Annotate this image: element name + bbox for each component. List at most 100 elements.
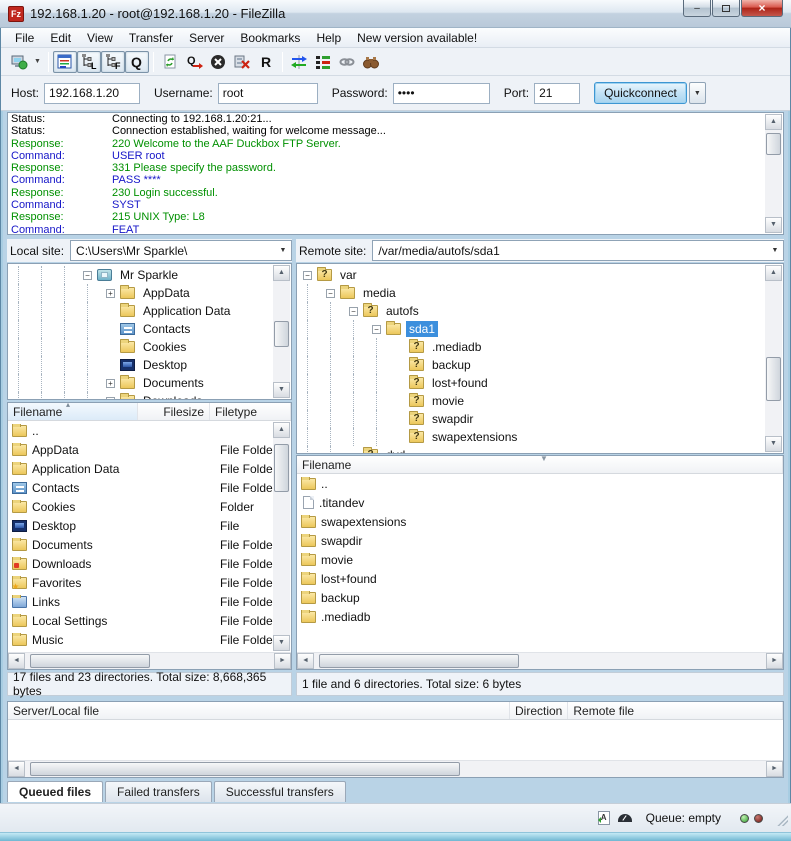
remote-path-combo[interactable]: /var/media/autofs/sda1 ▼ [372, 240, 784, 261]
close-button[interactable]: × [741, 0, 783, 17]
local-file-row-cookies[interactable]: CookiesFolder [8, 497, 291, 516]
remote-file-row-swapextensions[interactable]: swapextensions [297, 512, 783, 531]
local-tree-node-desktop[interactable]: Desktop [8, 356, 273, 374]
tab-successful-transfers[interactable]: Successful transfers [214, 781, 346, 802]
local-treeview-toggle-icon[interactable]: L [77, 51, 101, 73]
synchronized-browsing-icon[interactable] [335, 51, 359, 73]
disconnect-icon[interactable] [230, 51, 254, 73]
tab-failed-transfers[interactable]: Failed transfers [105, 781, 212, 802]
queue-view-toggle-icon[interactable]: Q [125, 51, 149, 73]
scroll-thumb[interactable] [274, 321, 289, 347]
tree-expander-icon[interactable]: − [349, 307, 358, 316]
menu-item-file[interactable]: File [7, 29, 42, 47]
find-files-icon[interactable] [359, 51, 383, 73]
tree-expander-icon[interactable]: − [83, 271, 92, 280]
username-input[interactable] [218, 83, 318, 104]
log-scrollbar[interactable]: ▲ ▼ [765, 114, 782, 233]
remote-tree-node-sda1[interactable]: −sda1 [297, 320, 765, 338]
local-list-scrollbar[interactable]: ▲ ▼ [273, 422, 290, 651]
queue-hscrollbar[interactable]: ◄ ► [8, 760, 783, 777]
local-file-row-desktop[interactable]: DesktopFile [8, 516, 291, 535]
maximize-button[interactable] [712, 0, 740, 17]
splitter-collapse-icon[interactable]: ▼ [540, 455, 548, 463]
scroll-thumb[interactable] [766, 357, 781, 401]
remote-list-hscrollbar[interactable]: ◄ ► [297, 652, 783, 669]
scroll-down-icon[interactable]: ▼ [273, 382, 290, 398]
scroll-thumb[interactable] [319, 654, 519, 668]
site-manager-dropdown-icon[interactable]: ▼ [31, 51, 44, 73]
remote-treeview-toggle-icon[interactable]: F [101, 51, 125, 73]
reconnect-icon[interactable]: R [254, 51, 278, 73]
menu-item-bookmarks[interactable]: Bookmarks [232, 29, 308, 47]
remote-file-row-[interactable]: .. [297, 474, 783, 493]
remote-file-row-titandev[interactable]: .titandev [297, 493, 783, 512]
tree-expander-icon[interactable]: − [303, 271, 312, 280]
remote-tree-node-dvd[interactable]: dvd [297, 446, 765, 453]
title-bar[interactable]: Fz 192.168.1.20 - root@192.168.1.20 - Fi… [0, 0, 791, 28]
local-tree-scrollbar[interactable]: ▲ ▼ [273, 265, 290, 398]
local-tree-node-downloads[interactable]: +Downloads [8, 392, 273, 399]
quickconnect-button[interactable]: Quickconnect [594, 82, 687, 104]
local-path-combo[interactable]: C:\Users\Mr Sparkle\ ▼ [70, 240, 292, 261]
scroll-left-icon[interactable]: ◄ [8, 761, 25, 777]
column-header-filename[interactable]: Filename [8, 403, 138, 420]
local-tree-node-application-data[interactable]: Application Data [8, 302, 273, 320]
column-header-filetype[interactable]: Filetype [210, 403, 291, 420]
remote-tree-node-autofs[interactable]: −autofs [297, 302, 765, 320]
minimize-button[interactable]: – [683, 0, 711, 17]
scroll-down-icon[interactable]: ▼ [765, 436, 782, 452]
local-tree-node-appdata[interactable]: +AppData [8, 284, 273, 302]
local-tree-node-contacts[interactable]: Contacts [8, 320, 273, 338]
local-file-row-[interactable]: .. [8, 421, 291, 440]
column-header-server-local-file[interactable]: Server/Local file [8, 702, 510, 719]
remote-tree-node-var[interactable]: −var [297, 266, 765, 284]
scroll-right-icon[interactable]: ► [766, 761, 783, 777]
chevron-down-icon[interactable]: ▼ [767, 247, 783, 254]
password-input[interactable] [393, 83, 490, 104]
scroll-thumb[interactable] [766, 133, 781, 155]
scroll-thumb[interactable] [274, 444, 289, 492]
port-input[interactable] [534, 83, 580, 104]
directory-comparison-icon[interactable] [311, 51, 335, 73]
local-tree-node-mr-sparkle[interactable]: −Mr Sparkle [8, 266, 273, 284]
host-input[interactable] [44, 83, 140, 104]
scroll-up-icon[interactable]: ▲ [273, 265, 290, 281]
remote-file-row-mediadb[interactable]: .mediadb [297, 607, 783, 626]
menu-item-transfer[interactable]: Transfer [121, 29, 181, 47]
scroll-thumb[interactable] [30, 762, 460, 776]
tree-expander-icon[interactable]: + [106, 379, 115, 388]
scroll-down-icon[interactable]: ▼ [765, 217, 782, 233]
tree-expander-icon[interactable]: − [326, 289, 335, 298]
chevron-down-icon[interactable]: ▼ [275, 247, 291, 254]
local-file-row-local-settings[interactable]: Local SettingsFile Folder [8, 611, 291, 630]
quickconnect-dropdown[interactable]: ▼ [689, 82, 706, 104]
scroll-up-icon[interactable]: ▲ [765, 265, 782, 281]
remote-tree-node-swapextensions[interactable]: swapextensions [297, 428, 765, 446]
site-manager-icon[interactable] [7, 51, 31, 73]
remote-tree-node-media[interactable]: −media [297, 284, 765, 302]
scroll-up-icon[interactable]: ▲ [273, 422, 290, 438]
scroll-right-icon[interactable]: ► [766, 653, 783, 669]
scroll-up-icon[interactable]: ▲ [765, 114, 782, 130]
remote-tree-node-mediadb[interactable]: .mediadb [297, 338, 765, 356]
menu-item-new-version-available[interactable]: New version available! [349, 29, 485, 47]
remote-tree-scrollbar[interactable]: ▲ ▼ [765, 265, 782, 452]
local-file-row-appdata[interactable]: AppDataFile Folder [8, 440, 291, 459]
local-tree-node-documents[interactable]: +Documents [8, 374, 273, 392]
remote-tree-node-movie[interactable]: movie [297, 392, 765, 410]
local-file-row-music[interactable]: MusicFile Folder [8, 630, 291, 649]
tree-expander-icon[interactable]: + [106, 289, 115, 298]
remote-tree-node-lost-found[interactable]: lost+found [297, 374, 765, 392]
remote-file-row-lost-found[interactable]: lost+found [297, 569, 783, 588]
scroll-right-icon[interactable]: ► [274, 653, 291, 669]
tree-expander-icon[interactable]: − [372, 325, 381, 334]
menu-item-server[interactable]: Server [181, 29, 232, 47]
local-file-row-application-data[interactable]: Application DataFile Folder [8, 459, 291, 478]
menu-item-help[interactable]: Help [308, 29, 349, 47]
local-file-row-links[interactable]: LinksFile Folder [8, 592, 291, 611]
remote-tree-node-swapdir[interactable]: swapdir [297, 410, 765, 428]
process-queue-icon[interactable]: Q [182, 51, 206, 73]
column-header-filesize[interactable]: Filesize [138, 403, 210, 420]
local-file-row-favorites[interactable]: FavoritesFile Folder [8, 573, 291, 592]
scroll-left-icon[interactable]: ◄ [297, 653, 314, 669]
